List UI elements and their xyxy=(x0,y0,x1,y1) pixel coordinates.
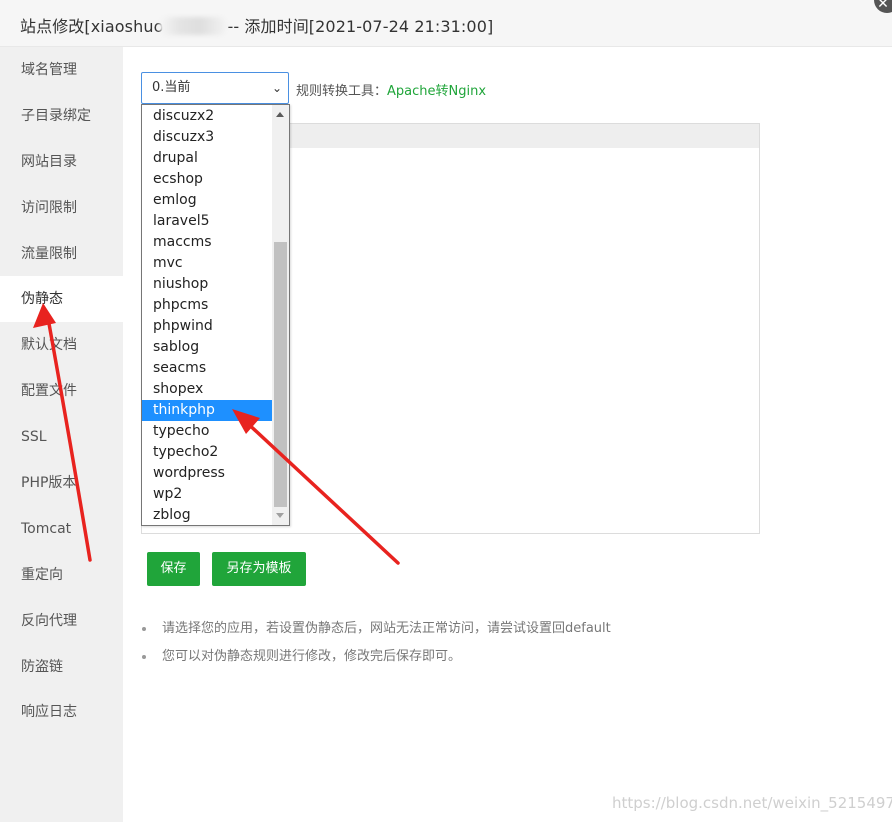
sidebar: 域名管理 子目录绑定 网站目录 访问限制 流量限制 伪静态 默认文档 配置文件 … xyxy=(0,47,123,822)
sidebar-item-tomcat[interactable]: Tomcat xyxy=(0,506,123,552)
dropdown-option-thinkphp[interactable]: thinkphp xyxy=(142,400,272,421)
dropdown-option-typecho2[interactable]: typecho2 xyxy=(142,442,272,463)
dropdown-scrollbar[interactable] xyxy=(272,105,289,525)
rule-converter-label: 规则转换工具： xyxy=(296,84,388,99)
chevron-down-icon: ⌄ xyxy=(271,81,282,95)
dropdown-option-mvc[interactable]: mvc xyxy=(142,253,272,274)
dropdown-option-drupal[interactable]: drupal xyxy=(142,148,272,169)
tip-item: 请选择您的应用，若设置伪静态后，网站无法正常访问，请尝试设置回default xyxy=(140,618,611,646)
sidebar-item-site-directory[interactable]: 网站目录 xyxy=(0,139,123,185)
tips-list: 请选择您的应用，若设置伪静态后，网站无法正常访问，请尝试设置回default 您… xyxy=(140,618,611,674)
save-button[interactable]: 保存 xyxy=(147,552,200,586)
dropdown-option-zblog[interactable]: zblog xyxy=(142,505,272,525)
dropdown-option-sablog[interactable]: sablog xyxy=(142,337,272,358)
dropdown-option-discuzx3[interactable]: discuzx3 xyxy=(142,127,272,148)
rewrite-options-dropdown[interactable]: discuzx2 discuzx3 drupal ecshop emlog la… xyxy=(141,104,290,526)
sidebar-item-config-file[interactable]: 配置文件 xyxy=(0,368,123,414)
save-as-template-button[interactable]: 另存为模板 xyxy=(212,552,306,586)
dropdown-option-discuzx2[interactable]: discuzx2 xyxy=(142,106,272,127)
apache-to-nginx-link[interactable]: Apache转Nginx xyxy=(387,84,486,99)
watermark: https://blog.csdn.net/weixin_52154971 xyxy=(612,794,892,812)
tip-item: 您可以对伪静态规则进行修改，修改完后保存即可。 xyxy=(140,646,611,674)
dropdown-option-niushop[interactable]: niushop xyxy=(142,274,272,295)
sidebar-item-hotlink-protection[interactable]: 防盗链 xyxy=(0,644,123,690)
dropdown-option-laravel5[interactable]: laravel5 xyxy=(142,211,272,232)
dropdown-option-seacms[interactable]: seacms xyxy=(142,358,272,379)
sidebar-item-response-log[interactable]: 响应日志 xyxy=(0,689,123,735)
sidebar-item-domain[interactable]: 域名管理 xyxy=(0,47,123,93)
dropdown-option-ecshop[interactable]: ecshop xyxy=(142,169,272,190)
dropdown-list: discuzx2 discuzx3 drupal ecshop emlog la… xyxy=(142,106,272,525)
dialog-title-suffix: -- 添加时间[2021-07-24 21:31:00] xyxy=(227,17,494,36)
blurred-region xyxy=(159,17,228,35)
dropdown-option-shopex[interactable]: shopex xyxy=(142,379,272,400)
dropdown-option-wordpress[interactable]: wordpress xyxy=(142,463,272,484)
dropdown-option-phpcms[interactable]: phpcms xyxy=(142,295,272,316)
sidebar-item-traffic-limit[interactable]: 流量限制 xyxy=(0,231,123,277)
sidebar-item-access-limit[interactable]: 访问限制 xyxy=(0,185,123,231)
sidebar-item-ssl[interactable]: SSL xyxy=(0,414,123,460)
close-icon[interactable]: ✕ xyxy=(874,0,892,13)
sidebar-item-default-document[interactable]: 默认文档 xyxy=(0,322,123,368)
dropdown-option-maccms[interactable]: maccms xyxy=(142,232,272,253)
sidebar-item-rewrite[interactable]: 伪静态 xyxy=(0,276,123,323)
dropdown-option-emlog[interactable]: emlog xyxy=(142,190,272,211)
scrollbar-thumb[interactable] xyxy=(274,242,287,507)
dropdown-option-phpwind[interactable]: phpwind xyxy=(142,316,272,337)
scroll-down-arrow-icon[interactable] xyxy=(276,513,284,518)
sidebar-item-php-version[interactable]: PHP版本 xyxy=(0,460,123,506)
sidebar-item-redirect[interactable]: 重定向 xyxy=(0,552,123,598)
dropdown-option-wp2[interactable]: wp2 xyxy=(142,484,272,505)
dialog-titlebar: 站点修改[xiaoshuo -- 添加时间[2021-07-24 21:31:00… xyxy=(0,0,892,47)
select-value: 0.当前 xyxy=(152,80,191,95)
rule-converter: 规则转换工具：Apache转Nginx xyxy=(296,80,486,99)
dialog-title-prefix: 站点修改[xiaoshuo xyxy=(20,17,164,36)
sidebar-item-subdirectory-binding[interactable]: 子目录绑定 xyxy=(0,93,123,139)
sidebar-item-reverse-proxy[interactable]: 反向代理 xyxy=(0,598,123,644)
scroll-up-arrow-icon[interactable] xyxy=(276,112,284,117)
dropdown-option-typecho[interactable]: typecho xyxy=(142,421,272,442)
rewrite-template-select[interactable]: 0.当前 ⌄ xyxy=(141,72,289,104)
dialog-title: 站点修改[xiaoshuo -- 添加时间[2021-07-24 21:31:00… xyxy=(20,13,493,37)
